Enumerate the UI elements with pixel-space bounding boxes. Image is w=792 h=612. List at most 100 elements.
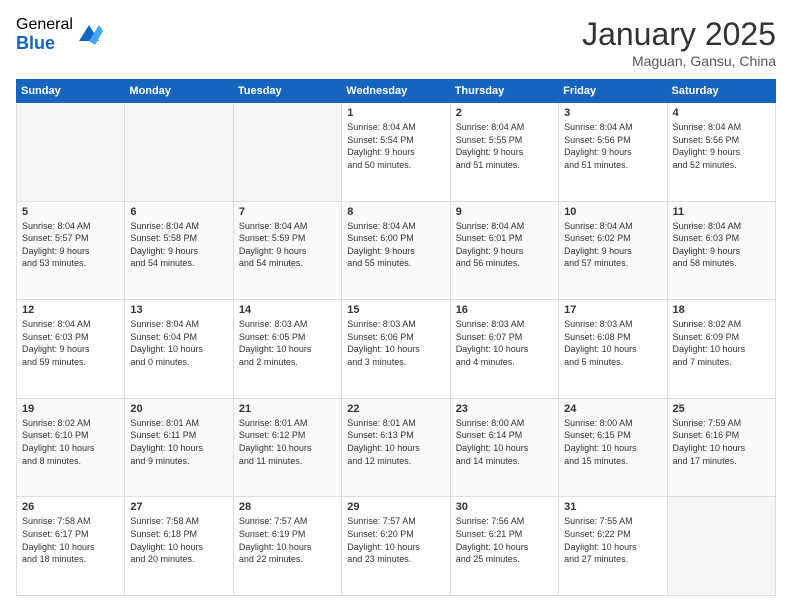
day-number: 7 [239, 206, 336, 218]
day-info: Sunrise: 8:04 AM Sunset: 5:56 PM Dayligh… [673, 121, 770, 171]
calendar-cell-w2-d2: 6 Sunrise: 8:04 AM Sunset: 5:58 PM Daylig… [125, 201, 233, 300]
day-info: Sunrise: 7:56 AM Sunset: 6:21 PM Dayligh… [456, 515, 553, 565]
day-number: 11 [673, 206, 770, 218]
day-number: 5 [22, 206, 119, 218]
page: General Blue January 2025 Maguan, Gansu,… [0, 0, 792, 612]
day-number: 6 [130, 206, 227, 218]
calendar-cell-w4-d5: 23Sunrise: 8:00 AM Sunset: 6:14 PM Dayli… [450, 398, 558, 497]
day-info: Sunrise: 8:03 AM Sunset: 6:06 PM Dayligh… [347, 318, 444, 368]
calendar-cell-w2-d1: 5 Sunrise: 8:04 AM Sunset: 5:57 PM Daylig… [17, 201, 125, 300]
calendar-cell-w5-d4: 29 Sunrise: 7:57 AM Sunset: 6:20 PM Dayli… [342, 497, 450, 596]
calendar-cell-w2-d6: 10 Sunrise: 8:04 AM Sunset: 6:02 PM Dayli… [559, 201, 667, 300]
day-info: Sunrise: 8:04 AM Sunset: 6:00 PM Dayligh… [347, 220, 444, 270]
day-info: Sunrise: 8:02 AM Sunset: 6:09 PM Dayligh… [673, 318, 770, 368]
day-number: 26 [22, 501, 119, 513]
title-block: January 2025 Maguan, Gansu, China [582, 16, 776, 69]
calendar-cell-w4-d2: 20 Sunrise: 8:01 AM Sunset: 6:11 PM Dayli… [125, 398, 233, 497]
calendar-table: Sunday Monday Tuesday Wednesday Thursday… [16, 79, 776, 596]
day-info: Sunrise: 8:03 AM Sunset: 6:08 PM Dayligh… [564, 318, 661, 368]
calendar-cell-w5-d3: 28 Sunrise: 7:57 AM Sunset: 6:19 PM Dayli… [233, 497, 341, 596]
day-number: 27 [130, 501, 227, 513]
day-number: 25 [673, 403, 770, 415]
day-number: 1 [347, 107, 444, 119]
calendar-cell-w2-d3: 7Sunrise: 8:04 AM Sunset: 5:59 PM Daylig… [233, 201, 341, 300]
day-info: Sunrise: 8:04 AM Sunset: 6:03 PM Dayligh… [22, 318, 119, 368]
calendar-cell-w5-d6: 31 Sunrise: 7:55 AM Sunset: 6:22 PM Dayli… [559, 497, 667, 596]
calendar-subtitle: Maguan, Gansu, China [582, 53, 776, 69]
day-info: Sunrise: 8:03 AM Sunset: 6:05 PM Dayligh… [239, 318, 336, 368]
calendar-cell-w5-d1: 26 Sunrise: 7:58 AM Sunset: 6:17 PM Dayli… [17, 497, 125, 596]
day-info: Sunrise: 8:04 AM Sunset: 6:01 PM Dayligh… [456, 220, 553, 270]
day-number: 17 [564, 304, 661, 316]
day-info: Sunrise: 7:58 AM Sunset: 6:17 PM Dayligh… [22, 515, 119, 565]
week-row-1: 1 Sunrise: 8:04 AM Sunset: 5:54 PM Daylig… [17, 103, 776, 202]
logo: General Blue [16, 16, 103, 53]
day-info: Sunrise: 8:02 AM Sunset: 6:10 PM Dayligh… [22, 417, 119, 467]
calendar-cell-w4-d7: 25 Sunrise: 7:59 AM Sunset: 6:16 PM Dayli… [667, 398, 775, 497]
header-friday: Friday [559, 80, 667, 103]
day-number: 2 [456, 107, 553, 119]
calendar-cell-w5-d7 [667, 497, 775, 596]
day-info: Sunrise: 7:57 AM Sunset: 6:20 PM Dayligh… [347, 515, 444, 565]
calendar-cell-w3-d7: 18 Sunrise: 8:02 AM Sunset: 6:09 PM Dayli… [667, 300, 775, 399]
day-number: 16 [456, 304, 553, 316]
day-info: Sunrise: 7:55 AM Sunset: 6:22 PM Dayligh… [564, 515, 661, 565]
day-number: 28 [239, 501, 336, 513]
calendar-cell-w2-d7: 11 Sunrise: 8:04 AM Sunset: 6:03 PM Dayli… [667, 201, 775, 300]
header-monday: Monday [125, 80, 233, 103]
day-info: Sunrise: 7:59 AM Sunset: 6:16 PM Dayligh… [673, 417, 770, 467]
day-info: Sunrise: 7:57 AM Sunset: 6:19 PM Dayligh… [239, 515, 336, 565]
day-info: Sunrise: 8:04 AM Sunset: 6:03 PM Dayligh… [673, 220, 770, 270]
calendar-cell-w3-d2: 13 Sunrise: 8:04 AM Sunset: 6:04 PM Dayli… [125, 300, 233, 399]
day-number: 10 [564, 206, 661, 218]
day-info: Sunrise: 8:04 AM Sunset: 5:57 PM Dayligh… [22, 220, 119, 270]
calendar-cell-w4-d6: 24Sunrise: 8:00 AM Sunset: 6:15 PM Dayli… [559, 398, 667, 497]
header: General Blue January 2025 Maguan, Gansu,… [16, 16, 776, 69]
week-row-3: 12Sunrise: 8:04 AM Sunset: 6:03 PM Dayli… [17, 300, 776, 399]
weekday-header-row: Sunday Monday Tuesday Wednesday Thursday… [17, 80, 776, 103]
week-row-4: 19 Sunrise: 8:02 AM Sunset: 6:10 PM Dayli… [17, 398, 776, 497]
day-number: 4 [673, 107, 770, 119]
day-number: 30 [456, 501, 553, 513]
day-number: 15 [347, 304, 444, 316]
calendar-cell-w3-d3: 14 Sunrise: 8:03 AM Sunset: 6:05 PM Dayli… [233, 300, 341, 399]
header-wednesday: Wednesday [342, 80, 450, 103]
day-number: 29 [347, 501, 444, 513]
day-info: Sunrise: 8:01 AM Sunset: 6:11 PM Dayligh… [130, 417, 227, 467]
calendar-cell-w2-d4: 8Sunrise: 8:04 AM Sunset: 6:00 PM Daylig… [342, 201, 450, 300]
logo-icon [75, 21, 103, 49]
calendar-cell-w3-d1: 12Sunrise: 8:04 AM Sunset: 6:03 PM Dayli… [17, 300, 125, 399]
calendar-title: January 2025 [582, 16, 776, 53]
calendar-cell-w1-d4: 1 Sunrise: 8:04 AM Sunset: 5:54 PM Daylig… [342, 103, 450, 202]
day-number: 18 [673, 304, 770, 316]
day-info: Sunrise: 8:00 AM Sunset: 6:14 PM Dayligh… [456, 417, 553, 467]
day-number: 20 [130, 403, 227, 415]
header-sunday: Sunday [17, 80, 125, 103]
day-number: 14 [239, 304, 336, 316]
calendar-cell-w1-d6: 3Sunrise: 8:04 AM Sunset: 5:56 PM Daylig… [559, 103, 667, 202]
calendar-cell-w1-d2 [125, 103, 233, 202]
day-info: Sunrise: 8:01 AM Sunset: 6:13 PM Dayligh… [347, 417, 444, 467]
day-info: Sunrise: 8:04 AM Sunset: 5:58 PM Dayligh… [130, 220, 227, 270]
week-row-5: 26 Sunrise: 7:58 AM Sunset: 6:17 PM Dayli… [17, 497, 776, 596]
day-info: Sunrise: 8:04 AM Sunset: 5:54 PM Dayligh… [347, 121, 444, 171]
calendar-cell-w1-d3 [233, 103, 341, 202]
calendar-cell-w4-d4: 22 Sunrise: 8:01 AM Sunset: 6:13 PM Dayli… [342, 398, 450, 497]
calendar-cell-w3-d4: 15 Sunrise: 8:03 AM Sunset: 6:06 PM Dayli… [342, 300, 450, 399]
day-number: 24 [564, 403, 661, 415]
logo-general: General [16, 16, 73, 34]
day-number: 19 [22, 403, 119, 415]
calendar-cell-w5-d5: 30 Sunrise: 7:56 AM Sunset: 6:21 PM Dayli… [450, 497, 558, 596]
day-number: 31 [564, 501, 661, 513]
day-info: Sunrise: 8:04 AM Sunset: 6:04 PM Dayligh… [130, 318, 227, 368]
day-info: Sunrise: 8:04 AM Sunset: 5:55 PM Dayligh… [456, 121, 553, 171]
day-number: 22 [347, 403, 444, 415]
logo-text: General Blue [16, 16, 73, 53]
header-thursday: Thursday [450, 80, 558, 103]
day-info: Sunrise: 8:04 AM Sunset: 6:02 PM Dayligh… [564, 220, 661, 270]
day-number: 13 [130, 304, 227, 316]
day-info: Sunrise: 8:01 AM Sunset: 6:12 PM Dayligh… [239, 417, 336, 467]
calendar-cell-w1-d7: 4 Sunrise: 8:04 AM Sunset: 5:56 PM Daylig… [667, 103, 775, 202]
day-number: 3 [564, 107, 661, 119]
calendar-cell-w2-d5: 9Sunrise: 8:04 AM Sunset: 6:01 PM Daylig… [450, 201, 558, 300]
